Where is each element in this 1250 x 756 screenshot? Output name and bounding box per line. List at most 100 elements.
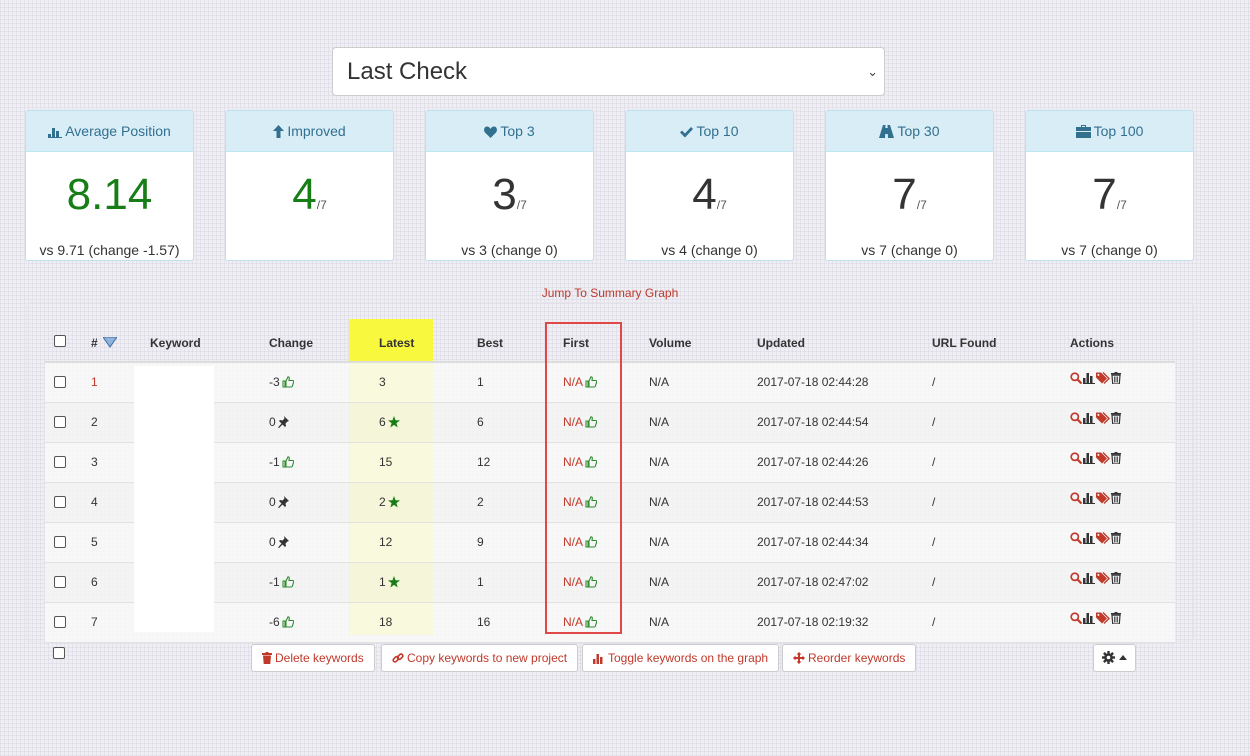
card-value: 7 [1092, 170, 1117, 219]
card-denominator: /7 [316, 198, 327, 212]
trash-icon[interactable] [1111, 412, 1121, 425]
bar-chart-icon[interactable] [1083, 532, 1095, 544]
row-url-found[interactable]: / [932, 415, 935, 429]
row-checkbox[interactable] [54, 576, 66, 588]
col-change[interactable]: Change [269, 336, 313, 350]
row-change: 0 [269, 535, 289, 549]
thumbs-up-icon [282, 616, 294, 628]
row-checkbox[interactable] [54, 616, 66, 628]
bar-chart-icon[interactable] [1083, 372, 1095, 384]
row-url-found[interactable]: / [932, 615, 935, 629]
col-latest[interactable]: Latest [379, 336, 414, 350]
select-all-bottom-checkbox[interactable] [53, 647, 65, 659]
settings-dropdown-button[interactable] [1093, 644, 1136, 672]
row-latest: 18 [379, 615, 392, 629]
card-label: Top 30 [897, 123, 940, 139]
card-header: Top 30 [826, 111, 993, 152]
row-updated: 2017-07-18 02:44:26 [757, 455, 869, 469]
bar-chart-icon[interactable] [1083, 612, 1095, 624]
sort-down-icon[interactable] [102, 336, 118, 348]
card-value: 4 [692, 170, 717, 219]
tags-icon[interactable] [1096, 572, 1110, 584]
select-all-checkbox[interactable] [54, 335, 66, 347]
row-change: 0 [269, 495, 289, 509]
row-change-value: 0 [269, 415, 276, 429]
card-denominator: /7 [516, 198, 527, 212]
check-icon [680, 127, 694, 138]
search-icon[interactable] [1070, 412, 1083, 425]
row-best: 1 [477, 375, 484, 389]
bar-chart-icon[interactable] [1083, 572, 1095, 584]
row-url-found[interactable]: / [932, 375, 935, 389]
bar-chart-icon[interactable] [1083, 492, 1095, 504]
bar-chart-icon[interactable] [1083, 412, 1095, 424]
row-change-value: -3 [269, 375, 280, 389]
tags-icon[interactable] [1096, 532, 1110, 544]
row-latest-value: 18 [379, 615, 393, 629]
tags-icon[interactable] [1096, 612, 1110, 624]
card-label: Top 10 [696, 123, 739, 139]
row-url-found[interactable]: / [932, 455, 935, 469]
row-url-found[interactable]: / [932, 575, 935, 589]
row-checkbox[interactable] [54, 536, 66, 548]
card-footer: vs 7 (change 0) [1061, 242, 1158, 258]
col-best[interactable]: Best [477, 336, 503, 350]
card-top-10: Top 10 4/7 vs 4 (change 0) [625, 110, 794, 261]
row-checkbox[interactable] [54, 416, 66, 428]
row-checkbox[interactable] [54, 456, 66, 468]
row-checkbox[interactable] [54, 376, 66, 388]
toggle-keywords-graph-button[interactable]: Toggle keywords on the graph [582, 644, 780, 672]
trash-icon [262, 652, 272, 664]
caret-up-icon [1119, 655, 1128, 660]
card-improved: Improved 4/7 [225, 110, 394, 261]
row-actions [1070, 412, 1122, 427]
reorder-keywords-label: Reorder keywords [808, 651, 906, 665]
trash-icon[interactable] [1111, 572, 1121, 585]
tags-icon[interactable] [1096, 452, 1110, 464]
search-icon[interactable] [1070, 532, 1083, 545]
tags-icon[interactable] [1096, 372, 1110, 384]
row-actions [1070, 372, 1122, 387]
col-volume[interactable]: Volume [649, 336, 691, 350]
card-header: Top 100 [1026, 111, 1193, 152]
search-icon[interactable] [1070, 612, 1083, 625]
delete-keywords-button[interactable]: Delete keywords [251, 644, 375, 672]
col-num[interactable]: # [91, 336, 118, 350]
row-latest-value: 6 [379, 415, 386, 429]
period-select[interactable]: Last Check ⌄ [332, 47, 885, 96]
search-icon[interactable] [1070, 572, 1083, 585]
tags-icon[interactable] [1096, 492, 1110, 504]
row-checkbox[interactable] [54, 496, 66, 508]
trash-icon[interactable] [1111, 532, 1121, 545]
search-icon[interactable] [1070, 492, 1083, 505]
bar-chart-icon [48, 128, 63, 138]
jump-to-summary-graph-link[interactable]: Jump To Summary Graph [0, 286, 1220, 300]
reorder-keywords-button[interactable]: Reorder keywords [782, 644, 917, 672]
row-latest: 6 [379, 415, 400, 429]
trash-icon[interactable] [1111, 372, 1121, 385]
row-updated: 2017-07-18 02:44:54 [757, 415, 869, 429]
trash-icon[interactable] [1111, 452, 1121, 465]
row-number: 2 [91, 415, 98, 429]
search-icon[interactable] [1070, 452, 1083, 465]
col-updated[interactable]: Updated [757, 336, 805, 350]
trash-icon[interactable] [1111, 492, 1121, 505]
copy-keywords-button[interactable]: Copy keywords to new project [381, 644, 579, 672]
row-url-found[interactable]: / [932, 495, 935, 509]
col-url-found[interactable]: URL Found [932, 336, 996, 350]
row-latest-value: 1 [379, 575, 386, 589]
row-latest-value: 3 [379, 375, 386, 389]
bar-chart-icon [593, 654, 603, 664]
search-icon[interactable] [1070, 372, 1083, 385]
row-latest-value: 15 [379, 455, 393, 469]
row-url-found[interactable]: / [932, 535, 935, 549]
row-actions [1070, 612, 1122, 627]
col-keyword[interactable]: Keyword [150, 336, 201, 350]
row-best: 16 [477, 615, 491, 629]
row-actions [1070, 532, 1122, 547]
bar-chart-icon[interactable] [1083, 452, 1095, 464]
tags-icon[interactable] [1096, 412, 1110, 424]
trash-icon[interactable] [1111, 612, 1121, 625]
road-icon [879, 125, 895, 138]
row-volume: N/A [649, 615, 670, 629]
